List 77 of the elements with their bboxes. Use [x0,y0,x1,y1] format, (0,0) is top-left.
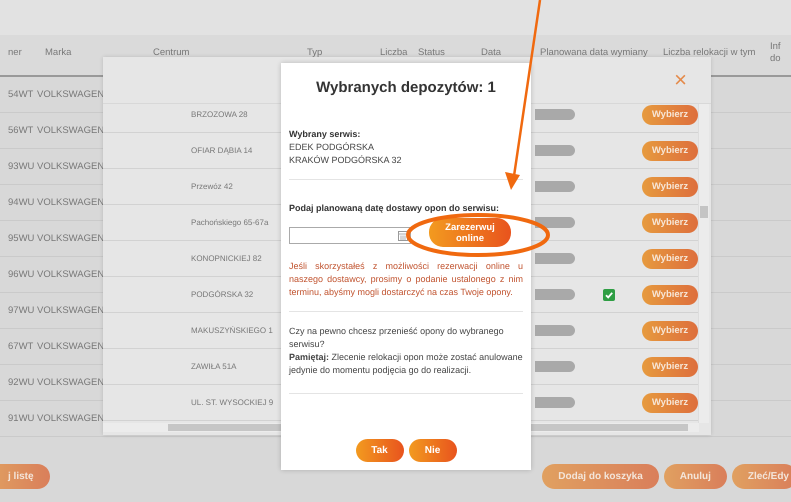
masked-field [535,361,575,372]
column-header: Status [417,46,446,60]
select-button[interactable]: Wybierz [642,212,698,232]
service-info: EDEK PODGÓRSKA [289,141,376,154]
table-cell: VOLKSWAGEN [37,233,104,244]
column-header: Liczba relokacji w tym [662,46,756,60]
column-header: Marka [44,46,72,60]
table-cell-text: 93WU [7,161,36,172]
close-button[interactable]: × [674,69,687,91]
service-address: BRZOZOWA 28 [190,110,248,119]
table-cell-text: 56WT [7,125,34,136]
note-text: Pamiętaj: Zlecenie relokacji opon może zostać anulowane jedynie do momentu podjęcia go do realizacji. [289,351,523,377]
select-button[interactable]: Wybierz [642,104,698,124]
warning-text: Jeśli skorzystałeś z możliwości rezerwacji online u naszego dostawcy, prosimy o podanie ustalonego z nim terminu, abyśmy mogli dostarczyć na czas Twoje opony. [289,260,523,299]
column-header: ner [7,46,23,60]
table-cell: VOLKSWAGEN [37,269,104,280]
footer-button[interactable]: Anuluj [664,464,727,488]
dialog-button[interactable]: Tak [356,439,404,462]
column-header: Centrum [152,46,190,60]
select-button[interactable]: Wybierz [642,284,698,304]
service-address: OFIAR DĄBIA 14 [190,146,252,155]
column-header: Planowana data wymiany [539,46,649,60]
dialog-button[interactable]: Nie [408,439,456,462]
service-address: ZAWIŁA 51A [190,362,236,371]
masked-field [535,145,575,156]
table-cell-text: 67WT [7,341,34,352]
service-address: KONOPNICKIEJ 82 [190,254,262,263]
select-button[interactable]: Wybierz [642,392,698,412]
table-cell-text: 97WU [7,305,36,316]
masked-field [535,397,575,408]
select-button[interactable]: Wybierz [642,176,698,196]
masked-field [535,217,575,228]
table-cell-text: 91WU [7,413,36,424]
table-cell: VOLKSWAGEN [37,125,104,136]
service-address: MAKUSZYŃSKIEGO 1 [190,326,273,335]
footer-button[interactable]: Zleć/Edy [732,464,791,488]
service-address: Przewóz 42 [190,182,233,191]
table-cell-text: 95WU [7,233,36,244]
column-header: Data [480,46,502,60]
footer-button[interactable]: Dodaj do koszyka [542,464,659,488]
table-cell: VOLKSWAGEN [37,341,104,352]
list-button[interactable]: j listę [0,464,50,488]
table-cell: VOLKSWAGEN [37,377,104,388]
table-cell: VOLKSWAGEN [37,413,104,424]
date-input[interactable] [289,226,411,244]
question-text: Czy na pewno chcesz przenieść opony do wybranego serwisu? [289,325,505,351]
service-label: Wybrany serwis: [289,128,362,141]
date-label: Podaj planowaną datę dostawy opon do serwisu: [289,202,500,215]
calendar-icon[interactable] [398,230,408,240]
select-button[interactable]: Wybierz [642,140,698,160]
column-header: Inf do [770,40,782,66]
table-cell-text: 54WT [7,89,34,100]
table-cell-text: 92WU [7,377,36,388]
select-button[interactable]: Wybierz [642,356,698,376]
masked-field [535,253,575,264]
column-header: Liczba [379,46,408,60]
masked-field [535,325,575,336]
table-cell-text: 94WU [7,197,36,208]
select-button[interactable]: Wybierz [642,248,698,268]
service-info: KRAKÓW PODGÓRSKA 32 [289,154,403,167]
masked-field [535,181,575,192]
select-button[interactable]: Wybierz [642,320,698,340]
checkbox-checked[interactable] [603,288,615,300]
reserve-online-button[interactable]: Zarezerwuj online [429,218,511,247]
column-header: Typ [306,46,324,60]
vertical-scrollbar[interactable] [698,104,709,423]
table-cell: VOLKSWAGEN [37,305,104,316]
service-address: PODGÓRSKA 32 [190,290,254,299]
dialog-title: Wybranych depozytów: 1 [315,78,497,98]
table-cell-text: 96WU [7,269,36,280]
table-cell: VOLKSWAGEN [37,161,104,172]
table-cell: VOLKSWAGEN [37,89,104,100]
service-address: Pachońskiego 65-67a [190,218,268,227]
masked-field [535,109,575,120]
masked-field [535,289,575,300]
service-address: UL. ST. WYSOCKIEJ 9 [190,398,274,407]
table-cell: VOLKSWAGEN [37,197,104,208]
